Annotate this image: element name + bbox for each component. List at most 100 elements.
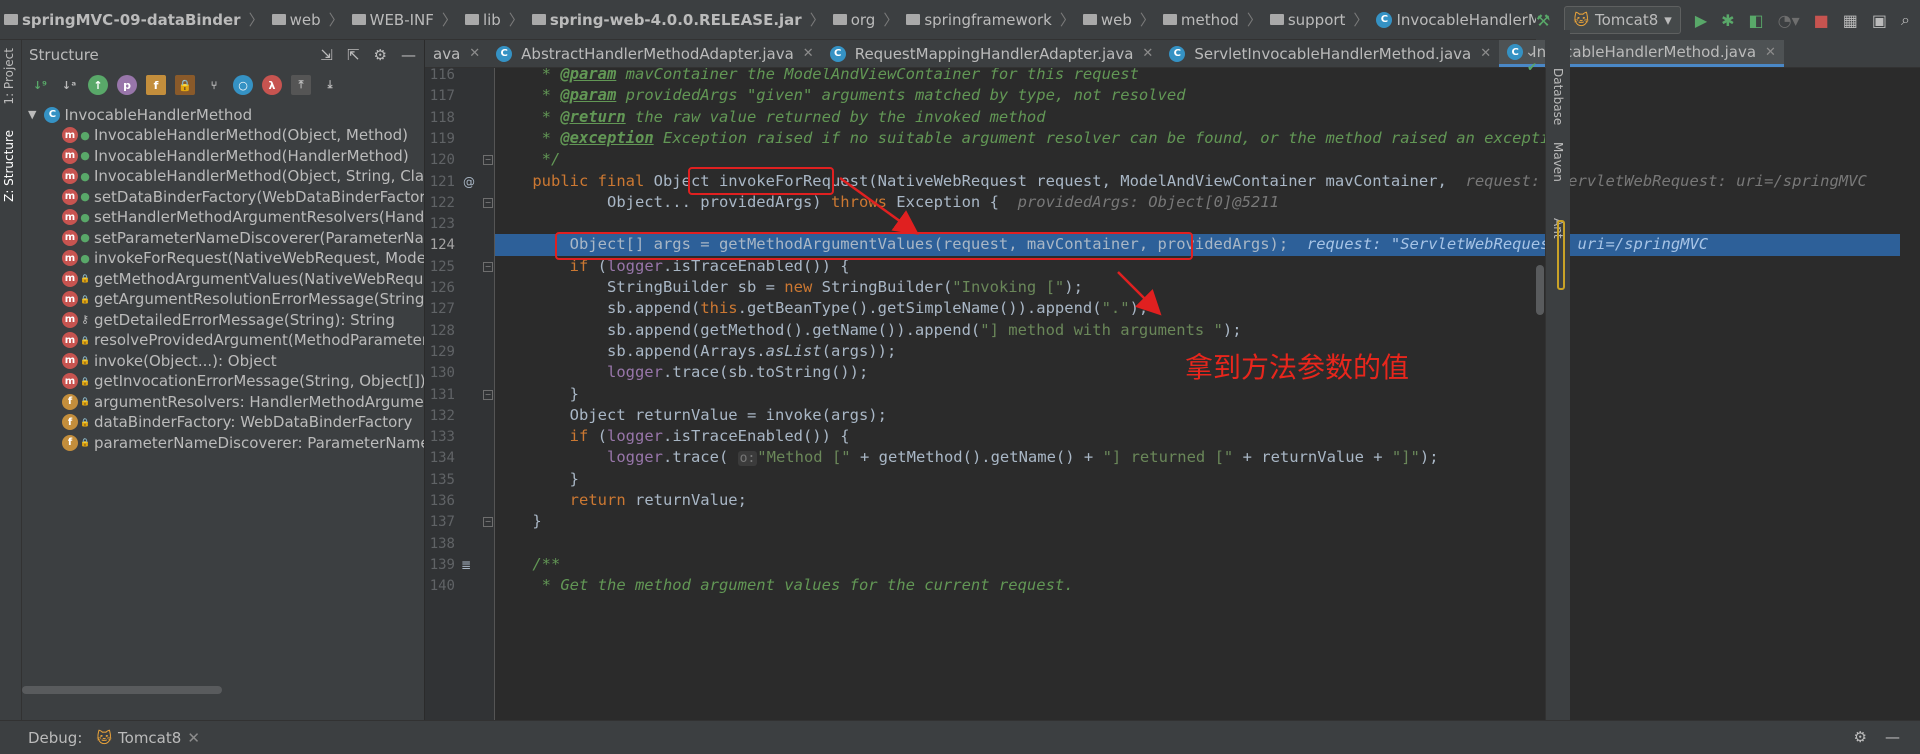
- show-lambdas-icon[interactable]: ○: [233, 75, 253, 95]
- code-token: }: [495, 384, 579, 403]
- structure-item[interactable]: m 🔒 getArgumentResolutionErrorMessage(Stri…: [22, 289, 424, 310]
- structure-item[interactable]: m 🔒 getInvocationErrorMessage(String, Obje…: [22, 371, 424, 392]
- show-inherited-icon[interactable]: ↑: [88, 75, 108, 95]
- project-structure-icon[interactable]: ▦: [1843, 11, 1858, 30]
- close-icon[interactable]: ✕: [187, 729, 200, 747]
- gear-icon[interactable]: ⚙: [374, 46, 387, 64]
- close-icon[interactable]: ✕: [1480, 46, 1491, 61]
- breadcrumb-item[interactable]: spring-web-4.0.0.RELEASE.jar: [528, 0, 806, 39]
- breadcrumb-item[interactable]: org: [829, 0, 880, 39]
- close-icon[interactable]: ✕: [1142, 46, 1153, 61]
- breadcrumb-item[interactable]: WEB-INF: [348, 0, 438, 39]
- structure-item[interactable]: m ● InvocableHandlerMethod(Object, String,…: [22, 166, 424, 187]
- line-number: 121: [429, 173, 455, 190]
- javadoc-render-icon[interactable]: ≣: [461, 558, 471, 572]
- tabs-overflow-icon[interactable]: ⌄: [1525, 44, 1872, 60]
- structure-item[interactable]: m 🔒 getMethodArgumentValues(NativeWebReque…: [22, 269, 424, 290]
- method-icon: m: [62, 188, 78, 205]
- structure-toolbar: ↓⁹ ↓ᵃ ↑ p f 🔒 ⑂ ○ λ ⤒ ⤓: [22, 70, 424, 100]
- editor-tab[interactable]: C ServletInvocableHandlerMethod.java ✕: [1161, 40, 1499, 67]
- code-token: ".": [1101, 299, 1130, 318]
- structure-tool-tab[interactable]: Z: Structure: [2, 130, 16, 202]
- structure-item-label: setParameterNameDiscoverer(ParameterName…: [94, 228, 424, 247]
- code-token: @param: [560, 68, 617, 83]
- structure-item[interactable]: f 🔒 dataBinderFactory: WebDataBinderFactor…: [22, 412, 424, 433]
- override-marker-icon[interactable]: @: [463, 175, 475, 189]
- breadcrumb-item[interactable]: web: [268, 0, 325, 39]
- structure-item[interactable]: m ● setParameterNameDiscoverer(ParameterNa…: [22, 228, 424, 249]
- fold-icon[interactable]: −: [483, 261, 493, 272]
- debug-session-tab[interactable]: 🐱 Tomcat8 ✕: [96, 729, 200, 747]
- run-config-selector[interactable]: 🐱 Tomcat8 ▾: [1564, 6, 1681, 34]
- tree-root[interactable]: ▼ C InvocableHandlerMethod: [22, 104, 424, 125]
- structure-item[interactable]: m ● setDataBinderFactory(WebDataBinderFact…: [22, 187, 424, 208]
- expand-arrow-icon[interactable]: ▼: [28, 108, 36, 121]
- breadcrumb-separator-icon: 〉: [508, 11, 524, 29]
- show-properties-icon[interactable]: p: [117, 75, 137, 95]
- breadcrumb-item[interactable]: springframework: [902, 0, 1055, 39]
- sort-visibility-icon[interactable]: ↓⁹: [30, 75, 50, 95]
- line-number: 117: [429, 88, 455, 105]
- editor-tab[interactable]: ava ✕: [425, 40, 488, 67]
- structure-item[interactable]: m ● InvocableHandlerMethod(HandlerMethod): [22, 146, 424, 167]
- breadcrumb-item[interactable]: springMVC-09-dataBinder: [0, 0, 245, 39]
- debug-icon[interactable]: ✱: [1721, 11, 1734, 30]
- structure-item[interactable]: m ● setHandlerMethodArgumentResolvers(Hand…: [22, 207, 424, 228]
- code-line: * Get the method argument values for the…: [495, 575, 1900, 596]
- fold-icon[interactable]: −: [483, 517, 493, 528]
- autoscroll-to-source-icon[interactable]: ⤒: [291, 75, 311, 95]
- horizontal-scrollbar[interactable]: [22, 686, 222, 694]
- show-anonymous-icon[interactable]: ⑂: [204, 75, 224, 95]
- breadcrumb-item[interactable]: support: [1266, 0, 1350, 39]
- close-icon[interactable]: ✕: [469, 46, 480, 61]
- gear-icon[interactable]: ⚙: [1854, 728, 1867, 746]
- breadcrumb-item[interactable]: lib: [461, 0, 505, 39]
- method-icon: m: [62, 311, 78, 328]
- collapse-all-icon[interactable]: ⇱: [347, 46, 360, 64]
- expand-all-icon[interactable]: ⇲: [320, 46, 333, 64]
- structure-item[interactable]: m ● InvocableHandlerMethod(Object, Method): [22, 125, 424, 146]
- structure-item[interactable]: m ⚷ getDetailedErrorMessage(String): Strin…: [22, 310, 424, 331]
- sort-alpha-icon[interactable]: ↓ᵃ: [59, 75, 79, 95]
- autoscroll-from-source-icon[interactable]: ⤓: [320, 75, 340, 95]
- structure-item[interactable]: m 🔒 resolveProvidedArgument(MethodParamete…: [22, 330, 424, 351]
- fold-icon[interactable]: −: [483, 197, 493, 208]
- code-token: sb.append(: [495, 299, 701, 318]
- structure-item-label: parameterNameDiscoverer: ParameterNameDi…: [94, 433, 424, 452]
- project-tool-tab[interactable]: 1: Project: [2, 48, 16, 105]
- lambda-icon[interactable]: λ: [262, 75, 282, 95]
- database-tool-tab[interactable]: Database: [1551, 68, 1565, 125]
- profile-icon[interactable]: ◔▾: [1778, 11, 1800, 30]
- folder-icon: [464, 14, 479, 25]
- breadcrumb-item[interactable]: method: [1159, 0, 1243, 39]
- coverage-icon[interactable]: ◧: [1749, 11, 1764, 30]
- stop-icon[interactable]: ■: [1814, 11, 1829, 30]
- layout-icon[interactable]: ▣: [1872, 11, 1887, 30]
- tomcat-icon: 🐱: [96, 728, 113, 747]
- close-icon[interactable]: ✕: [803, 46, 814, 61]
- show-fields-icon[interactable]: f: [146, 75, 166, 95]
- run-icon[interactable]: ▶: [1695, 11, 1707, 30]
- structure-item[interactable]: f🔒 parameterNameDiscoverer: ParameterName…: [22, 433, 424, 454]
- structure-item[interactable]: m 🔒 invoke(Object...): Object: [22, 351, 424, 372]
- fold-icon[interactable]: −: [483, 155, 493, 166]
- minimize-icon[interactable]: —: [401, 46, 416, 64]
- show-non-public-icon[interactable]: 🔒: [175, 75, 195, 95]
- editor-tab[interactable]: C RequestMappingHandlerAdapter.java ✕: [822, 40, 1162, 67]
- breadcrumb-item[interactable]: web: [1079, 0, 1136, 39]
- code-token: "]": [1391, 448, 1420, 467]
- structure-item[interactable]: f 🔒 argumentResolvers: HandlerMethodArgume…: [22, 392, 424, 413]
- editor-tab[interactable]: C AbstractHandlerMethodAdapter.java ✕: [488, 40, 822, 67]
- breadcrumb-label: WEB-INF: [369, 10, 434, 29]
- maven-tool-tab[interactable]: Maven: [1551, 142, 1565, 182]
- structure-item[interactable]: m ● invokeForRequest(NativeWebRequest, Mod…: [22, 248, 424, 269]
- code-editor[interactable]: * @param mavContainer the ModelAndViewCo…: [495, 68, 1900, 720]
- method-icon: m: [62, 270, 78, 287]
- code-token: Exception raised if no suitable argument…: [653, 128, 1569, 147]
- editor-vertical-scrollbar[interactable]: [1536, 265, 1544, 315]
- breadcrumb-label: spring-web-4.0.0.RELEASE.jar: [549, 10, 802, 29]
- search-everywhere-icon[interactable]: ⌕: [1901, 10, 1910, 30]
- build-hammer-icon[interactable]: ⚒: [1536, 11, 1550, 30]
- fold-icon[interactable]: −: [483, 389, 493, 400]
- minimize-icon[interactable]: —: [1885, 728, 1900, 746]
